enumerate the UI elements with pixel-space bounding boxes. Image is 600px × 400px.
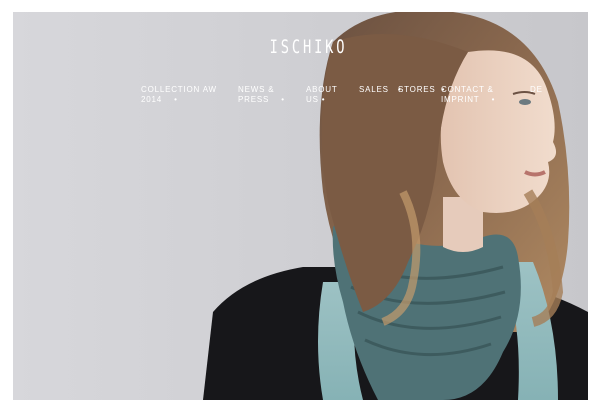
nav-item-about-line2-group: US • [306,95,338,105]
nav-item-sales[interactable]: SALES • [359,85,401,95]
nav-item-collection-line1: COLLECTION AW [141,85,217,94]
nav-item-collection[interactable]: COLLECTION AW 2014 • [141,85,217,105]
nav-item-stores-label: STORES [398,85,436,94]
page: ISCHIKO COLLECTION AW 2014 • NEWS & PRES… [0,0,600,400]
hero-photo [13,12,588,400]
nav-item-contact-imprint[interactable]: CONTACT & IMPRINT • [441,85,495,105]
nav-item-news-line1: NEWS & [238,85,275,94]
nav-item-collection-line2: 2014 [141,95,162,104]
nav-separator-dot: • [321,95,326,104]
nav-item-news-line2-group: PRESS • [238,95,285,105]
nav-item-contact-line1: CONTACT & [441,85,494,94]
language-switch-label: DE [530,85,543,94]
nav-item-about-line2: US [306,95,319,104]
nav-item-about-us[interactable]: ABOUT US • [306,85,338,105]
nav-item-news-press[interactable]: NEWS & PRESS • [238,85,285,105]
nav-separator-dot: • [281,95,285,104]
nav-separator-dot: • [491,95,496,104]
brand-logo[interactable]: ISCHIKO [270,36,345,58]
nav-item-about-line1: ABOUT [306,85,338,94]
nav-item-stores[interactable]: STORES • [398,85,445,95]
language-switch-de[interactable]: DE [530,85,543,95]
hero-image: ISCHIKO COLLECTION AW 2014 • NEWS & PRES… [13,12,588,400]
nav-item-contact-line2: IMPRINT [441,95,480,104]
nav-item-sales-label: SALES [359,85,389,94]
nav-item-collection-line2-group: 2014 • [141,95,217,105]
nav-item-news-line2: PRESS [238,95,270,104]
nav-item-contact-line2-group: IMPRINT • [441,95,495,105]
nav-separator-dot: • [174,95,178,104]
